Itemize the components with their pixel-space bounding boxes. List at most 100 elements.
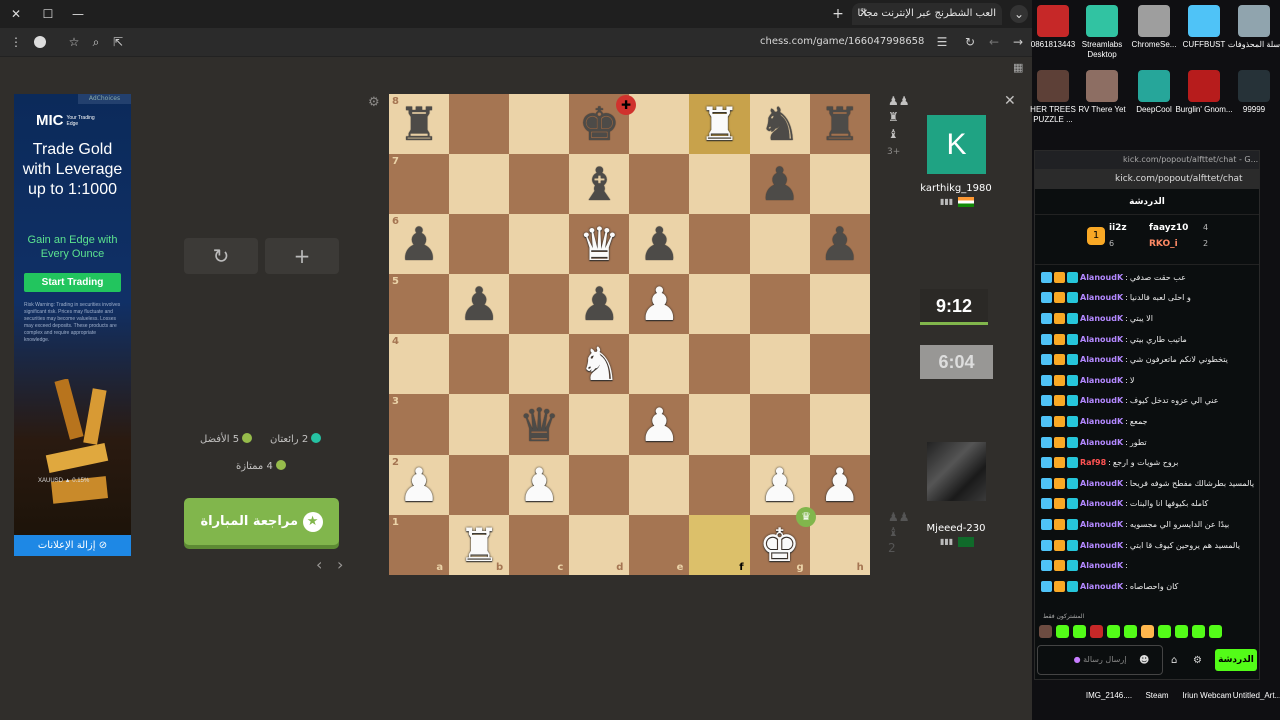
emoji-icon[interactable]: ☻ (1139, 655, 1149, 666)
square-e8[interactable] (629, 94, 690, 155)
tab-chess[interactable]: العب الشطرنج عبر الإنترنت مجانًا (852, 3, 1002, 25)
white-pawn[interactable]: ♟ (759, 462, 800, 508)
chat-username[interactable]: AlanoudK (1080, 479, 1123, 488)
square-c1[interactable]: c (509, 514, 570, 575)
square-g6[interactable] (749, 214, 810, 275)
store-icon[interactable]: ⌂ (1171, 655, 1177, 666)
square-d4[interactable]: ♞ (569, 334, 630, 395)
square-d7[interactable]: ♝ (569, 154, 630, 215)
chat-settings-icon[interactable]: ⚙ (1193, 655, 1202, 666)
emote-icon[interactable] (1141, 625, 1154, 638)
reload-icon[interactable]: ↻ (962, 34, 978, 50)
desktop-icon[interactable]: 99999 (1225, 70, 1280, 115)
board-settings-icon[interactable]: ⚙ (368, 95, 380, 110)
next-move-icon[interactable]: › (337, 555, 343, 574)
white-rook[interactable]: ♜ (459, 522, 500, 568)
minimize-icon[interactable]: — (70, 6, 86, 22)
square-g2[interactable]: ♟ (749, 454, 810, 515)
chat-username[interactable]: AlanoudK (1080, 438, 1123, 447)
black-knight[interactable]: ♞ (759, 101, 800, 147)
square-d2[interactable] (569, 454, 630, 515)
ad-choices-badge[interactable]: AdChoices (78, 94, 131, 104)
remove-ads-button[interactable]: إزالة الإعلانات ⊘ (14, 535, 131, 556)
new-game-button[interactable]: + (265, 238, 339, 274)
chat-message[interactable]: AlanoudK: يالمسيد هم يروحين كيوف قا ابتي (1035, 535, 1259, 556)
desktop-icon[interactable]: سلة المحذوفات (1225, 5, 1280, 50)
ad-banner[interactable]: MIC Your Trading Edge Trade Gold with Lev… (14, 94, 131, 556)
square-a1[interactable]: 1a (389, 514, 450, 575)
black-bishop[interactable]: ♝ (579, 161, 620, 207)
emote-icon[interactable] (1090, 625, 1103, 638)
chat-message[interactable]: AlanoudK: الا يبتي (1035, 308, 1259, 329)
emote-icon[interactable] (1124, 625, 1137, 638)
chat-message[interactable]: AlanoudK: عني الي عزوه تدخل كيوف (1035, 391, 1259, 412)
maximize-icon[interactable]: ☐ (40, 6, 56, 22)
chat-username[interactable]: AlanoudK (1080, 499, 1123, 508)
desktop-icon[interactable]: RV There Yet (1073, 70, 1131, 115)
square-b5[interactable]: ♟ (449, 274, 510, 335)
white-rook[interactable]: ♜ (699, 101, 740, 147)
square-h3[interactable] (809, 394, 870, 455)
square-e2[interactable] (629, 454, 690, 515)
square-e7[interactable] (629, 154, 690, 215)
bookmark-star-icon[interactable]: ☆ (66, 34, 82, 50)
back-icon[interactable]: ← (986, 34, 1002, 50)
chat-message[interactable]: AlanoudK: يالمسيد بطرشالك مفطح شوفه فريحا (1035, 473, 1259, 494)
rematch-button[interactable]: ↻ (184, 238, 258, 274)
black-pawn[interactable]: ♟ (639, 221, 680, 267)
chat-username[interactable]: AlanoudK (1080, 314, 1123, 323)
desktop-file-label[interactable]: Untitled_Art... (1228, 691, 1280, 701)
chat-username[interactable]: AlanoudK (1080, 293, 1123, 302)
chat-username[interactable]: AlanoudK (1080, 376, 1123, 385)
square-d6[interactable]: ♛ (569, 214, 630, 275)
chat-message[interactable]: AlanoudK: ماتيب طاري بيتي (1035, 329, 1259, 350)
square-c8[interactable] (509, 94, 570, 155)
profile-icon[interactable] (34, 36, 46, 48)
square-f7[interactable] (689, 154, 750, 215)
chat-username[interactable]: Raf98 (1080, 458, 1106, 467)
white-queen[interactable]: ♛ (579, 221, 620, 267)
white-pawn[interactable]: ♟ (639, 281, 680, 327)
grid-icon[interactable]: ▦ (1013, 61, 1023, 74)
chess-board[interactable]: 8 ♜ ♚ ♜ ♞ ♜ 7 ♝ ♟ 6 ♟ ♛ ♟ ♟ 5 ♟ ♟ ♟ 4 ♞ 3 ♛ ♟ 2 ♟ ♟ ♟ ♟ 1 a b ♜ c d e f g ♚ h (389, 94, 870, 575)
chat-send-button[interactable]: الدردشة (1215, 649, 1257, 671)
mic-icon[interactable]: ● (1074, 655, 1081, 664)
square-d1[interactable]: d (569, 514, 630, 575)
prev-move-icon[interactable]: ‹ (316, 555, 322, 574)
top-player-name[interactable]: karthikg_1980 (900, 183, 1012, 194)
black-pawn[interactable]: ♟ (579, 281, 620, 327)
site-settings-icon[interactable]: ☰ (934, 34, 950, 50)
emote-icon[interactable] (1056, 625, 1069, 638)
square-g4[interactable] (749, 334, 810, 395)
square-b4[interactable] (449, 334, 510, 395)
square-a5[interactable]: 5 (389, 274, 450, 335)
chat-message[interactable]: AlanoudK: جمعع (1035, 411, 1259, 432)
chat-message[interactable]: AlanoudK: عب حقت صدفي (1035, 267, 1259, 288)
close-panel-icon[interactable]: ✕ (1004, 93, 1016, 109)
chat-username[interactable]: AlanoudK (1080, 273, 1123, 282)
white-pawn[interactable]: ♟ (519, 462, 560, 508)
url-text[interactable]: chess.com/game/166047998658 (760, 36, 930, 48)
white-knight[interactable]: ♞ (579, 341, 620, 387)
square-a8[interactable]: 8 ♜ (389, 94, 450, 155)
zoom-icon[interactable]: ⌕ (88, 34, 104, 50)
square-f3[interactable] (689, 394, 750, 455)
square-h4[interactable] (809, 334, 870, 395)
chat-message[interactable]: AlanoudK: كامله بكيوفها انا والبنات (1035, 494, 1259, 515)
emote-icon[interactable] (1209, 625, 1222, 638)
chat-url[interactable]: kick.com/popout/alfttet/chat (1035, 169, 1259, 189)
desktop-icon[interactable]: Streamlabs Desktop (1073, 5, 1131, 60)
square-f1[interactable]: f (689, 514, 750, 575)
bottom-player-name[interactable]: Mjeeed-230 (900, 523, 1012, 534)
square-h6[interactable]: ♟ (809, 214, 870, 275)
square-c2[interactable]: ♟ (509, 454, 570, 515)
square-h2[interactable]: ♟ (809, 454, 870, 515)
black-queen[interactable]: ♛ (519, 402, 560, 448)
chat-window-title[interactable]: kick.com/popout/alfttet/chat - G... (1035, 151, 1259, 169)
chat-message[interactable]: AlanoudK: تطور (1035, 432, 1259, 453)
square-c4[interactable] (509, 334, 570, 395)
square-c7[interactable] (509, 154, 570, 215)
black-rook[interactable]: ♜ (819, 101, 860, 147)
emote-icon[interactable] (1192, 625, 1205, 638)
square-e3[interactable]: ♟ (629, 394, 690, 455)
